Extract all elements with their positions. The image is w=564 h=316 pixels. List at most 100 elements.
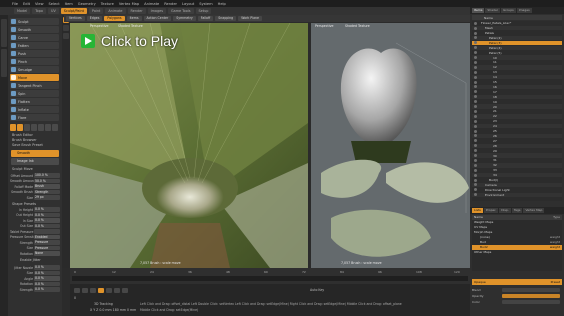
visibility-icon[interactable] [474,163,477,167]
viewport-left[interactable]: Perspective Shaded Texture 7,057 Brush :… [70,23,308,268]
visibility-icon[interactable] [474,114,477,118]
menu-item-render[interactable]: Render [164,2,177,6]
tool-flatten[interactable]: Flatten [10,98,59,105]
visibility-icon[interactable] [474,105,477,109]
tree-row[interactable]: 30 [472,153,562,158]
option-toggle-icon[interactable] [52,124,58,131]
next-key-button[interactable] [114,288,120,293]
tree-row[interactable]: 23 [472,119,562,124]
vertical-tab-sculpt[interactable] [1,19,7,47]
tree-row[interactable]: 29 [472,148,562,153]
visibility-icon[interactable] [474,158,477,162]
link-save-brush-preset[interactable]: Save Brush Preset [12,143,43,147]
tree-row[interactable]: Petal (4) [472,45,562,50]
visibility-icon[interactable] [474,100,477,104]
visibility-icon[interactable] [474,173,477,177]
tree-row[interactable]: 10 [472,55,562,60]
tree-row[interactable]: Mesh [472,25,562,31]
param-value[interactable]: 0.0 % [34,218,60,223]
panel-tab-items[interactable]: Items [472,8,485,13]
tree-row[interactable]: 26 [472,133,562,139]
param-value[interactable]: 0.0 % [34,265,60,270]
visibility-icon[interactable] [474,70,477,74]
auto-key-label[interactable]: Auto Key [310,288,324,292]
frame-value[interactable]: 0 [74,296,76,300]
visibility-icon[interactable] [474,154,477,158]
tool-inflate[interactable]: Inflate [10,106,59,113]
menu-item-file[interactable]: File [12,2,18,6]
tree-row[interactable]: Petal (3) [472,40,562,46]
toolbar-vertices-button[interactable]: Vertices [66,16,85,21]
tab-topo[interactable]: Topo [32,8,46,14]
timeline-bar[interactable] [72,276,468,281]
tool-carve[interactable]: Carve [10,34,59,41]
prev-key-button[interactable] [82,288,88,293]
menu-item-animate[interactable]: Animate [144,2,159,6]
lists-tab[interactable]: Disp. [499,208,511,213]
tree-row[interactable]: 18 [472,94,562,99]
tree-row[interactable]: 34 [472,172,562,178]
prop-value[interactable] [502,299,560,304]
param-value[interactable]: 100.0 % [34,173,60,178]
option-toggle-icon[interactable] [31,124,37,131]
smooth-button[interactable]: Smooth [11,150,59,157]
menu-item-view[interactable]: View [35,2,44,6]
tree-row[interactable]: 24 [472,123,562,129]
visibility-icon[interactable] [474,90,477,94]
menu-item-help[interactable]: Help [218,2,226,6]
tree-row[interactable]: 11 [472,60,562,65]
param-value[interactable] [34,229,60,234]
visibility-icon[interactable] [474,193,477,197]
visibility-icon[interactable] [474,109,477,113]
map-row[interactable]: (none) weight [472,235,562,240]
visibility-icon[interactable] [474,26,477,30]
tab-game-tools[interactable]: Game Tools [168,8,194,14]
visibility-icon[interactable] [474,95,477,99]
play-label[interactable]: Click to Play [101,33,178,49]
tree-row[interactable]: 16 [472,84,562,90]
play-button[interactable] [81,34,95,48]
visibility-icon[interactable] [474,124,477,128]
vertical-tab-paint[interactable] [1,49,7,77]
tree-row[interactable]: 21 [472,109,562,114]
tab-images[interactable]: Images [147,8,166,14]
map-row[interactable]: Bud2 weight [472,245,562,250]
param-value[interactable]: Enabled [34,234,60,240]
link-brush-browser[interactable]: Brush Browser [12,138,37,142]
tool-pinch[interactable]: Pinch [10,58,59,65]
options-toggle[interactable] [63,33,69,39]
option-toggle-icon[interactable] [10,124,16,131]
viewport-mode[interactable]: Shaded Texture [118,24,143,28]
tab-setup[interactable]: Setup [195,8,212,14]
panel-tab-shader[interactable]: Shader [485,8,501,13]
visibility-icon[interactable] [474,168,477,172]
tool-flare[interactable]: Flare [10,114,59,121]
param-value[interactable]: 29 px [34,195,60,200]
visibility-icon[interactable] [474,134,477,138]
visibility-icon[interactable] [474,80,477,84]
option-toggle-icon[interactable] [24,124,30,131]
tree-row[interactable]: 17 [472,90,562,95]
tab-uv[interactable]: UV [47,8,59,14]
tool-push[interactable]: Push [10,50,59,57]
param-value[interactable]: Pressure [34,240,60,245]
visibility-icon[interactable] [474,149,477,153]
tab-sculpt-paint[interactable]: Sculpt/Paint [60,8,87,14]
visibility-icon[interactable] [474,31,477,35]
param-value[interactable]: 0.0 % [34,212,60,218]
visibility-icon[interactable] [474,41,477,45]
next-frame-button[interactable] [106,288,112,293]
tree-row[interactable]: 31 [472,158,562,163]
visibility-icon[interactable] [474,139,477,143]
tree-row[interactable]: Camera [472,182,562,188]
timeline[interactable]: 0 12 24 36 48 60 72 84 96 108 120 [70,268,470,284]
props-header-right[interactable]: Preset [551,280,560,284]
tool-fatten[interactable]: Fatten [10,42,59,49]
option-toggle-icon[interactable] [45,124,51,131]
tool-move[interactable]: Move [10,74,59,81]
tree-row[interactable]: Directional Light [472,188,562,193]
tree-row[interactable]: Petal (2) [472,35,562,41]
param-value[interactable]: None [34,251,60,256]
visibility-icon[interactable] [474,178,477,182]
image-ink-button[interactable]: Image Ink [11,158,59,165]
